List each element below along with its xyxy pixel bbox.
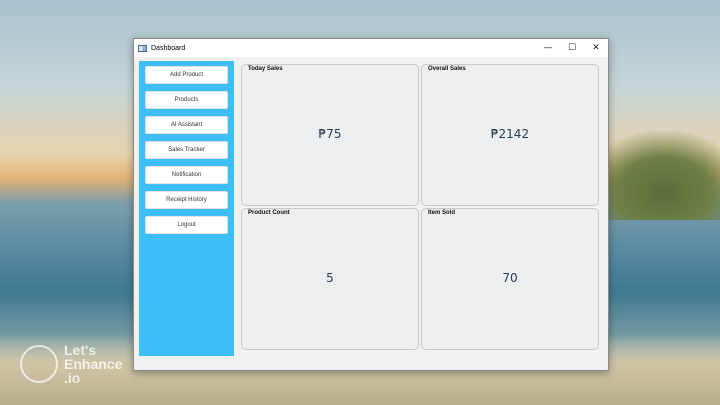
- notification-button[interactable]: Notification: [145, 166, 228, 184]
- card-title: Overall Sales: [427, 66, 467, 72]
- watermark-logo-icon: [20, 345, 58, 383]
- today-sales-card: Today Sales ₱75: [241, 64, 419, 206]
- app-icon: [138, 44, 147, 52]
- receipt-history-button[interactable]: Receipt History: [145, 191, 228, 209]
- add-product-button[interactable]: Add Product: [145, 66, 228, 84]
- card-value: ₱75: [318, 127, 342, 141]
- card-title: Item Sold: [427, 210, 457, 216]
- product-count-card: Product Count 5: [241, 208, 419, 350]
- minimize-icon[interactable]: —: [536, 39, 560, 57]
- card-value: ₱2142: [490, 127, 530, 141]
- overall-sales-card: Overall Sales ₱2142: [421, 64, 599, 206]
- watermark: Let's Enhance .io: [20, 343, 122, 385]
- watermark-text: Let's Enhance .io: [64, 342, 123, 386]
- title-bar[interactable]: Dashboard — ☐ ✕: [134, 39, 608, 57]
- maximize-icon[interactable]: ☐: [560, 39, 584, 57]
- sales-tracker-button[interactable]: Sales Tracker: [145, 141, 228, 159]
- card-value: 5: [326, 271, 334, 285]
- card-title: Today Sales: [247, 66, 284, 72]
- card-title: Product Count: [247, 210, 291, 216]
- ai-assistant-button[interactable]: AI Assistant: [145, 116, 228, 134]
- item-sold-card: Item Sold 70: [421, 208, 599, 350]
- close-icon[interactable]: ✕: [584, 39, 608, 57]
- dashboard-window: Dashboard — ☐ ✕ Add Product Products AI …: [133, 38, 609, 371]
- logout-button[interactable]: Logout: [145, 216, 228, 234]
- window-client-area: Add Product Products AI Assistant Sales …: [134, 57, 608, 370]
- window-title: Dashboard: [151, 44, 186, 52]
- products-button[interactable]: Products: [145, 91, 228, 109]
- card-value: 70: [502, 271, 518, 285]
- sidebar: Add Product Products AI Assistant Sales …: [139, 61, 234, 356]
